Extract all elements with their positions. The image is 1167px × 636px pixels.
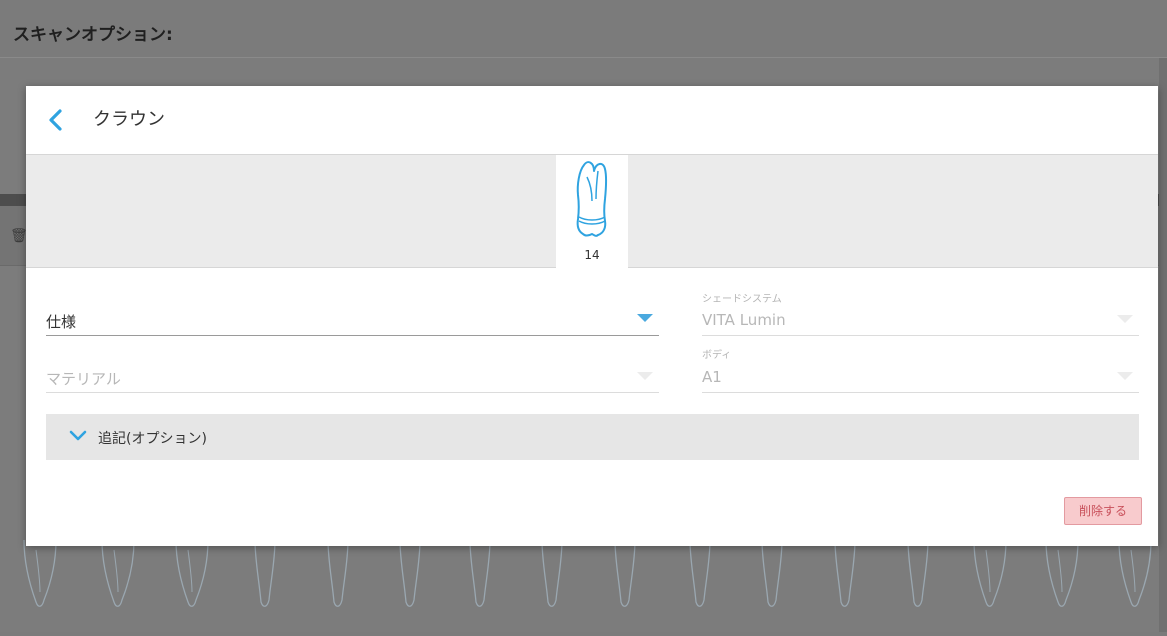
background-tooth xyxy=(469,539,491,607)
teeth-chart xyxy=(0,539,1167,632)
chevron-left-icon xyxy=(49,109,62,131)
background-tooth xyxy=(175,539,209,607)
chevron-down-icon xyxy=(69,430,87,441)
chevron-down-icon xyxy=(1117,372,1133,380)
background-tooth xyxy=(23,539,57,607)
dialog-header: クラウン xyxy=(26,86,1158,154)
background-tooth xyxy=(973,539,1007,607)
background-tooth xyxy=(1045,539,1079,607)
chevron-down-icon xyxy=(1117,315,1133,323)
delete-button[interactable]: 削除する xyxy=(1064,497,1142,525)
teeth-chart-graphic xyxy=(23,539,1152,607)
chevron-down-icon xyxy=(637,314,653,322)
chevron-down-icon xyxy=(637,372,653,380)
background-tooth xyxy=(327,539,349,607)
page-title: スキャンオプション: xyxy=(13,25,173,45)
background-tooth xyxy=(689,539,711,607)
background-tooth xyxy=(761,539,783,607)
tooth-selector: 14 xyxy=(26,154,1158,268)
tooth-tile[interactable]: 14 xyxy=(556,155,628,268)
background-tooth xyxy=(399,539,421,607)
background-tooth xyxy=(614,539,636,607)
notes-toggle[interactable]: 追記(オプション) xyxy=(46,414,1139,460)
page-header: スキャンオプション: xyxy=(0,0,1167,58)
specification-dropdown[interactable]: 仕様 xyxy=(46,298,659,336)
shade-system-dropdown[interactable]: シェードシステム VITA Lumin xyxy=(702,284,1139,336)
crown-dialog: クラウン 14 仕様 シェードシステム VITA Lumin マテリアル ボディ xyxy=(26,86,1158,546)
background-tooth xyxy=(101,539,135,607)
material-value: マテリアル xyxy=(46,370,121,388)
body-value: A1 xyxy=(702,368,722,386)
tooth-number: 14 xyxy=(584,248,600,262)
shade-system-caption: シェードシステム xyxy=(702,294,782,305)
specification-value: 仕様 xyxy=(46,313,77,331)
back-button[interactable] xyxy=(44,106,68,134)
background-tooth xyxy=(541,539,563,607)
tooth-icon xyxy=(576,161,608,237)
background-tooth xyxy=(907,539,929,607)
notes-label: 追記(オプション) xyxy=(98,431,207,447)
background-tooth xyxy=(1118,539,1152,607)
body-caption: ボディ xyxy=(702,350,732,361)
background-tooth xyxy=(834,539,856,607)
background-tooth xyxy=(254,539,276,607)
shade-system-value: VITA Lumin xyxy=(702,311,786,329)
dialog-title: クラウン xyxy=(93,109,165,130)
material-dropdown[interactable]: マテリアル xyxy=(46,354,659,393)
body-shade-dropdown[interactable]: ボディ A1 xyxy=(702,342,1139,393)
